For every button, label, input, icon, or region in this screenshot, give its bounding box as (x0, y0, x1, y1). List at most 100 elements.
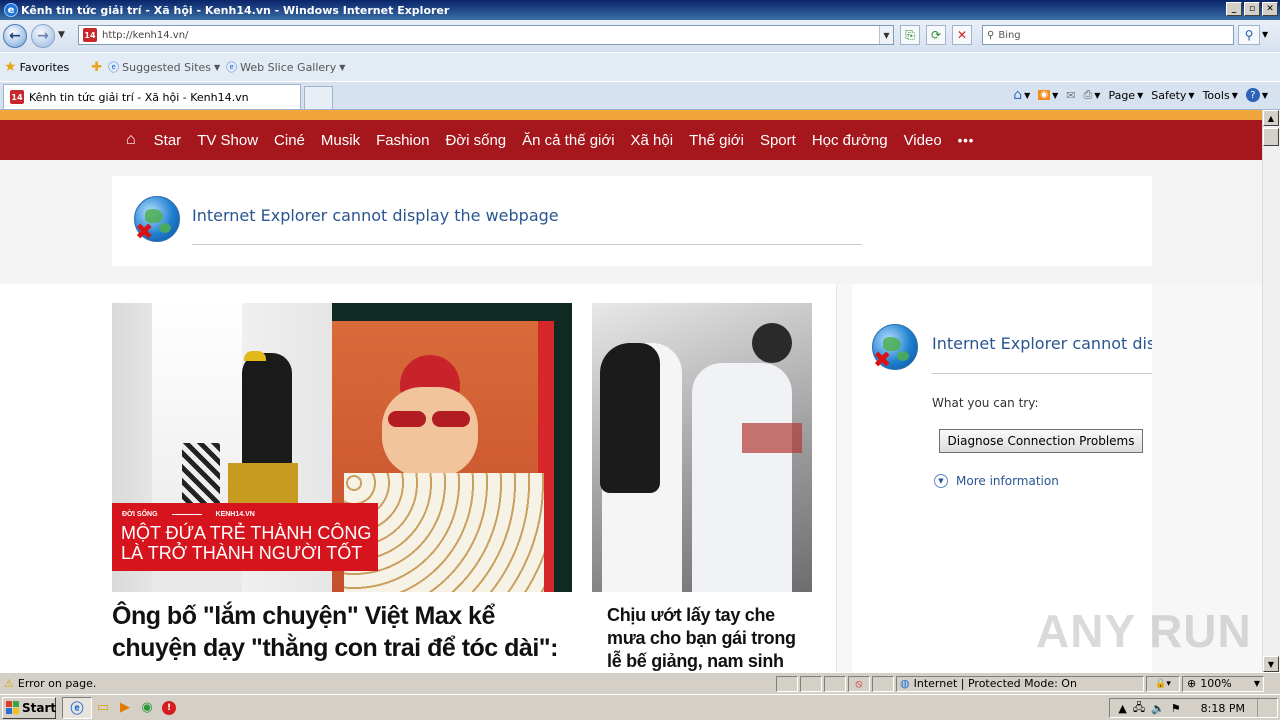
system-tray: ▲ 🖧 🔈 ⚑ 8:18 PM (1109, 698, 1278, 718)
menu-more-button[interactable]: ••• (958, 133, 975, 148)
menu-item-doi-song[interactable]: Đời sống (445, 132, 506, 149)
address-url: http://kenh14.vn/ (102, 29, 189, 41)
search-options-dropdown[interactable]: ▼ (1262, 30, 1268, 39)
back-arrow-icon: ← (9, 28, 21, 44)
scroll-up-arrow[interactable]: ▲ (1263, 110, 1279, 126)
chrome-taskbar-button[interactable]: ◉ (136, 697, 158, 719)
address-dropdown[interactable]: ▼ (879, 26, 893, 44)
diagnose-button[interactable]: Diagnose Connection Problems (939, 429, 1143, 453)
menu-item-cine[interactable]: Ciné (274, 132, 305, 149)
ie-page-icon: ⓔ (226, 61, 238, 74)
scroll-thumb[interactable] (1263, 128, 1279, 146)
ad-error-frame: ✖ Internet Explorer cannot display the w… (112, 176, 1152, 266)
window-title: Kênh tin tức giải trí - Xã hội - Kenh14.… (21, 3, 450, 17)
expand-chevron-icon: ▼ (934, 474, 948, 488)
home-button[interactable]: ⌂ ▼ (1013, 87, 1030, 103)
media-player-taskbar-button[interactable]: ▶ (114, 697, 136, 719)
ie-page-icon: ⓔ (108, 61, 120, 74)
home-icon: ⌂ (1013, 87, 1023, 103)
safety-menu[interactable]: Safety ▼ (1151, 89, 1194, 102)
overlay-category: ĐỜI SỐNG (122, 511, 158, 518)
clock[interactable]: 8:18 PM (1201, 702, 1245, 715)
menu-item-tv-show[interactable]: TV Show (197, 132, 258, 149)
magnifier-icon: ⚲ (1244, 28, 1254, 42)
menu-item-sport[interactable]: Sport (760, 132, 796, 149)
new-tab-button[interactable] (304, 86, 333, 109)
printer-icon: ⎙ (1083, 88, 1093, 101)
search-icon: ⚲ (987, 29, 995, 41)
close-button[interactable]: ✕ (1262, 2, 1278, 16)
zoom-control[interactable]: ⊕ 100% ▼ (1182, 675, 1264, 692)
app-taskbar-button[interactable]: ! (158, 697, 180, 719)
refresh-button[interactable]: ⟳ (926, 25, 946, 45)
menu-item-fashion[interactable]: Fashion (376, 132, 429, 149)
menu-item-xa-hoi[interactable]: Xã hội (631, 132, 674, 149)
show-hidden-icons-icon[interactable]: ▲ (1118, 702, 1126, 715)
menu-item-hoc-duong[interactable]: Học đường (812, 132, 888, 149)
recent-pages-dropdown[interactable]: ▼ (58, 30, 65, 40)
restore-button[interactable]: ▫ (1244, 2, 1260, 16)
action-center-flag-icon[interactable]: ⚑ (1171, 702, 1181, 715)
feeds-button[interactable]: ◉ ▼ (1038, 90, 1058, 100)
show-desktop-button[interactable] (1257, 699, 1269, 717)
help-button[interactable]: ? ▼ (1245, 88, 1268, 102)
page-menu[interactable]: Page ▼ (1108, 89, 1143, 102)
stop-icon: ✕ (956, 28, 968, 42)
help-icon: ? (1245, 88, 1260, 102)
web-slice-gallery-label: Web Slice Gallery (240, 60, 337, 74)
stop-button[interactable]: ✕ (952, 25, 972, 45)
side-headline[interactable]: Chịu ướt lấy tay che mưa cho bạn gái tro… (607, 604, 807, 672)
overlay-line-2: LÀ TRỞ THÀNH NGƯỜI TỐT (121, 543, 363, 563)
menu-item-the-gioi[interactable]: Thế giới (689, 132, 744, 149)
minimize-button[interactable]: _ (1226, 2, 1242, 16)
forward-button[interactable]: → (31, 24, 55, 48)
ie-taskbar-button[interactable]: ⓔ (62, 696, 92, 719)
divider (192, 244, 862, 245)
zoom-icon: ⊕ (1187, 677, 1197, 690)
web-slice-gallery-link[interactable]: ⓔ Web Slice Gallery ▼ (226, 59, 345, 75)
volume-icon[interactable]: 🔈 (1151, 702, 1165, 715)
back-button[interactable]: ← (3, 24, 27, 48)
site-favicon-icon: 14 (83, 28, 97, 42)
search-button[interactable]: ⚲ (1238, 25, 1260, 45)
tools-menu[interactable]: Tools ▼ (1203, 89, 1238, 102)
menu-item-star[interactable]: Star (154, 132, 182, 149)
search-input[interactable]: ⚲ Bing (982, 25, 1234, 45)
featured-image[interactable]: ĐỜI SỐNG KENH14.VN MỘT ĐỨA TRẺ THÀNH CÔN… (112, 303, 572, 592)
tools-menu-label: Tools (1202, 88, 1230, 102)
start-button[interactable]: Start (2, 696, 56, 719)
ie-logo-icon: e (4, 3, 18, 17)
status-text[interactable]: Error on page. (18, 677, 96, 690)
more-information-link[interactable]: ▼ More information (934, 474, 1059, 488)
site-main-menu: ⌂ Star TV Show Ciné Musik Fashion Đời số… (0, 120, 1262, 160)
security-zone[interactable]: ◍ Internet | Protected Mode: On (896, 675, 1144, 692)
compatibility-view-button[interactable]: ⎘ (900, 25, 920, 45)
tab-active[interactable]: 14 Kênh tin tức giải trí - Xã hội - Kenh… (3, 84, 301, 109)
vertical-scrollbar[interactable]: ▲ ▼ (1262, 110, 1280, 672)
read-mail-button[interactable]: ✉ (1066, 89, 1075, 102)
favorites-button[interactable]: ★ Favorites (4, 59, 69, 75)
suggested-sites-link[interactable]: ⓔ Suggested Sites ▼ (108, 59, 220, 75)
explorer-taskbar-button[interactable]: ▭ (92, 697, 114, 719)
internet-zone-icon: ◍ (900, 677, 910, 690)
zone-label: Internet | Protected Mode: On (913, 677, 1077, 690)
menu-item-an-ca-the-gioi[interactable]: Ăn cả thế giới (522, 132, 614, 149)
network-icon[interactable]: 🖧 (1133, 699, 1145, 718)
address-bar[interactable]: 14 http://kenh14.vn/ ▼ (78, 25, 894, 45)
search-placeholder: Bing (998, 29, 1021, 41)
status-cell (824, 675, 846, 692)
chevron-down-icon: ▼ (214, 62, 221, 72)
add-favorite-icon[interactable]: ✚ (91, 60, 102, 75)
ie-icon: ⓔ (70, 702, 84, 717)
side-story-image[interactable] (592, 303, 812, 592)
print-button[interactable]: ⎙ ▼ (1083, 88, 1100, 102)
main-headline[interactable]: Ông bố "lắm chuyện" Việt Max kể chuyện d… (112, 600, 572, 664)
popup-blocked-icon[interactable]: ⦸ (848, 675, 870, 692)
menu-item-video[interactable]: Video (904, 132, 942, 149)
protected-mode-lock-icon[interactable]: 🔒▾ (1146, 675, 1180, 692)
menu-item-musik[interactable]: Musik (321, 132, 360, 149)
tab-label: Kênh tin tức giải trí - Xã hội - Kenh14.… (29, 90, 249, 104)
warning-icon[interactable]: ⚠ (4, 677, 14, 690)
scroll-down-arrow[interactable]: ▼ (1263, 656, 1279, 672)
home-icon[interactable]: ⌂ (126, 131, 136, 149)
